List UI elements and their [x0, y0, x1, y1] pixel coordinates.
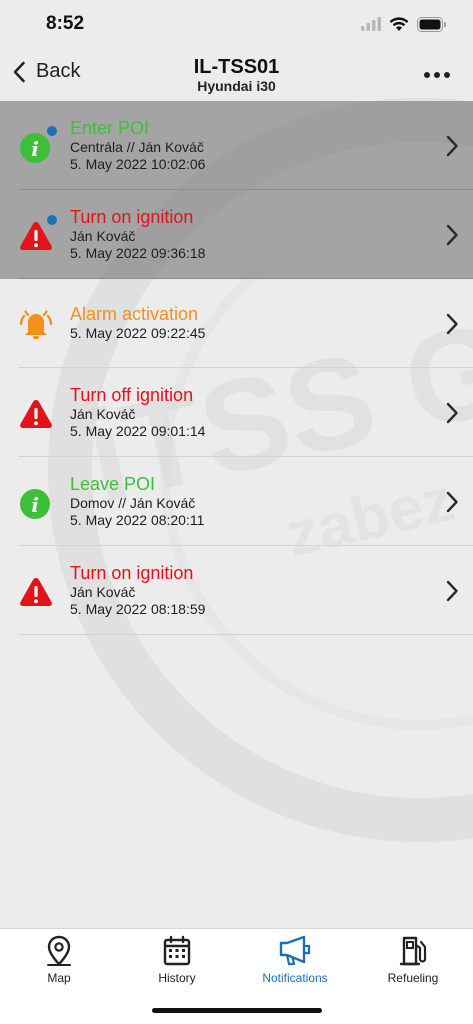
notification-detail: Ján Kováč: [70, 406, 136, 422]
status-bar: 8:52: [0, 0, 473, 48]
notification-detail: Centrála // Ján Kováč: [70, 139, 204, 155]
notification-row[interactable]: i Leave POI Domov // Ján Kováč 5. May 2022 …: [0, 457, 473, 546]
notification-text: Turn off ignition Ján Kováč 5. May 2022 09…: [70, 384, 423, 440]
unread-dot-icon: [47, 215, 57, 225]
chevron-right-icon: [446, 491, 458, 513]
notification-datetime: 5. May 2022 09:36:18: [70, 245, 206, 261]
chevron-right-icon: [446, 224, 458, 246]
page-title: IL-TSS01: [193, 56, 280, 78]
tab-map-label: Map: [47, 971, 71, 985]
alarm-bell-icon: [18, 307, 54, 343]
navigation-bar: Back IL-TSS01 Hyundai i30: [0, 48, 473, 102]
notification-datetime: 5. May 2022 09:22:45: [70, 325, 206, 341]
map-pin-icon: [47, 935, 71, 966]
chevron-right-icon: [446, 402, 458, 424]
tab-notifications[interactable]: Notifications: [236, 935, 354, 995]
status-icons: [361, 16, 447, 32]
page-subtitle: Hyundai i30: [197, 78, 276, 94]
notification-detail: Ján Kováč: [70, 228, 136, 244]
notification-row[interactable]: Turn on ignition Ján Kováč 5. May 2022 08:…: [0, 546, 473, 635]
info-icon: i: [18, 126, 57, 165]
wifi-icon: [389, 16, 409, 31]
notification-detail: Domov // Ján Kováč: [70, 495, 196, 511]
notification-title: Enter POI: [70, 118, 150, 138]
notification-title: Turn on ignition: [70, 207, 194, 227]
chevron-right-icon: [446, 135, 458, 157]
tab-map[interactable]: Map: [0, 935, 118, 995]
warning-icon: [18, 396, 54, 432]
notification-list: i Enter POI Centrála // Ján Kováč 5. May 20…: [0, 101, 473, 635]
svg-text:i: i: [31, 137, 39, 161]
battery-icon: [417, 16, 446, 32]
notification-title: Turn off ignition: [70, 385, 194, 405]
notification-detail: Ján Kováč: [70, 584, 136, 600]
more-options-icon[interactable]: [423, 64, 451, 86]
notification-datetime: 5. May 2022 08:18:59: [70, 601, 206, 617]
nav-title-group: IL-TSS01 Hyundai i30: [0, 56, 473, 94]
megaphone-icon: [279, 935, 311, 966]
unread-dot-icon: [47, 126, 57, 136]
notification-title: Alarm activation: [70, 304, 199, 324]
tab-refueling-label: Refueling: [387, 971, 439, 985]
home-indicator[interactable]: [152, 1008, 322, 1013]
status-time: 8:52: [46, 13, 85, 34]
notification-text: Leave POI Domov // Ján Kováč 5. May 2022 0…: [70, 473, 423, 529]
notification-text: Turn on ignition Ján Kováč 5. May 2022 08:…: [70, 562, 423, 618]
tab-notifications-label: Notifications: [262, 971, 328, 985]
notification-row[interactable]: Turn on ignition Ján Kováč 5. May 2022 09:…: [0, 190, 473, 279]
warning-icon: [18, 574, 54, 610]
notification-text: Enter POI Centrála // Ján Kováč 5. May 202…: [70, 117, 423, 173]
notification-row[interactable]: Turn off ignition Ján Kováč 5. May 2022 09…: [0, 368, 473, 457]
app-screen: iTSS G zabez 8:52 Back IL-TSS01 Hyundai …: [0, 0, 473, 1024]
notification-datetime: 5. May 2022 09:01:14: [70, 423, 206, 439]
notification-datetime: 5. May 2022 10:02:06: [70, 156, 206, 172]
warning-icon: [18, 215, 57, 254]
tab-history[interactable]: History: [118, 935, 236, 995]
chevron-right-icon: [446, 580, 458, 602]
calendar-icon: [163, 935, 191, 966]
notification-row[interactable]: i Enter POI Centrála // Ján Kováč 5. May 20…: [0, 101, 473, 190]
notification-text: Turn on ignition Ján Kováč 5. May 2022 09:…: [70, 206, 423, 262]
fuel-pump-icon: [399, 936, 427, 966]
info-icon: i: [18, 485, 54, 521]
chevron-right-icon: [446, 313, 458, 335]
row-divider: [18, 634, 473, 635]
notification-text: Alarm activation 5. May 2022 09:22:45: [70, 303, 423, 342]
notification-row[interactable]: Alarm activation 5. May 2022 09:22:45: [0, 279, 473, 368]
tab-refueling[interactable]: Refueling: [354, 935, 472, 995]
notification-title: Turn on ignition: [70, 563, 194, 583]
notification-title: Leave POI: [70, 474, 156, 494]
svg-text:i: i: [31, 493, 39, 517]
tab-history-label: History: [158, 971, 196, 985]
notification-datetime: 5. May 2022 08:20:11: [70, 512, 205, 528]
cellular-signal-icon: [361, 17, 381, 31]
